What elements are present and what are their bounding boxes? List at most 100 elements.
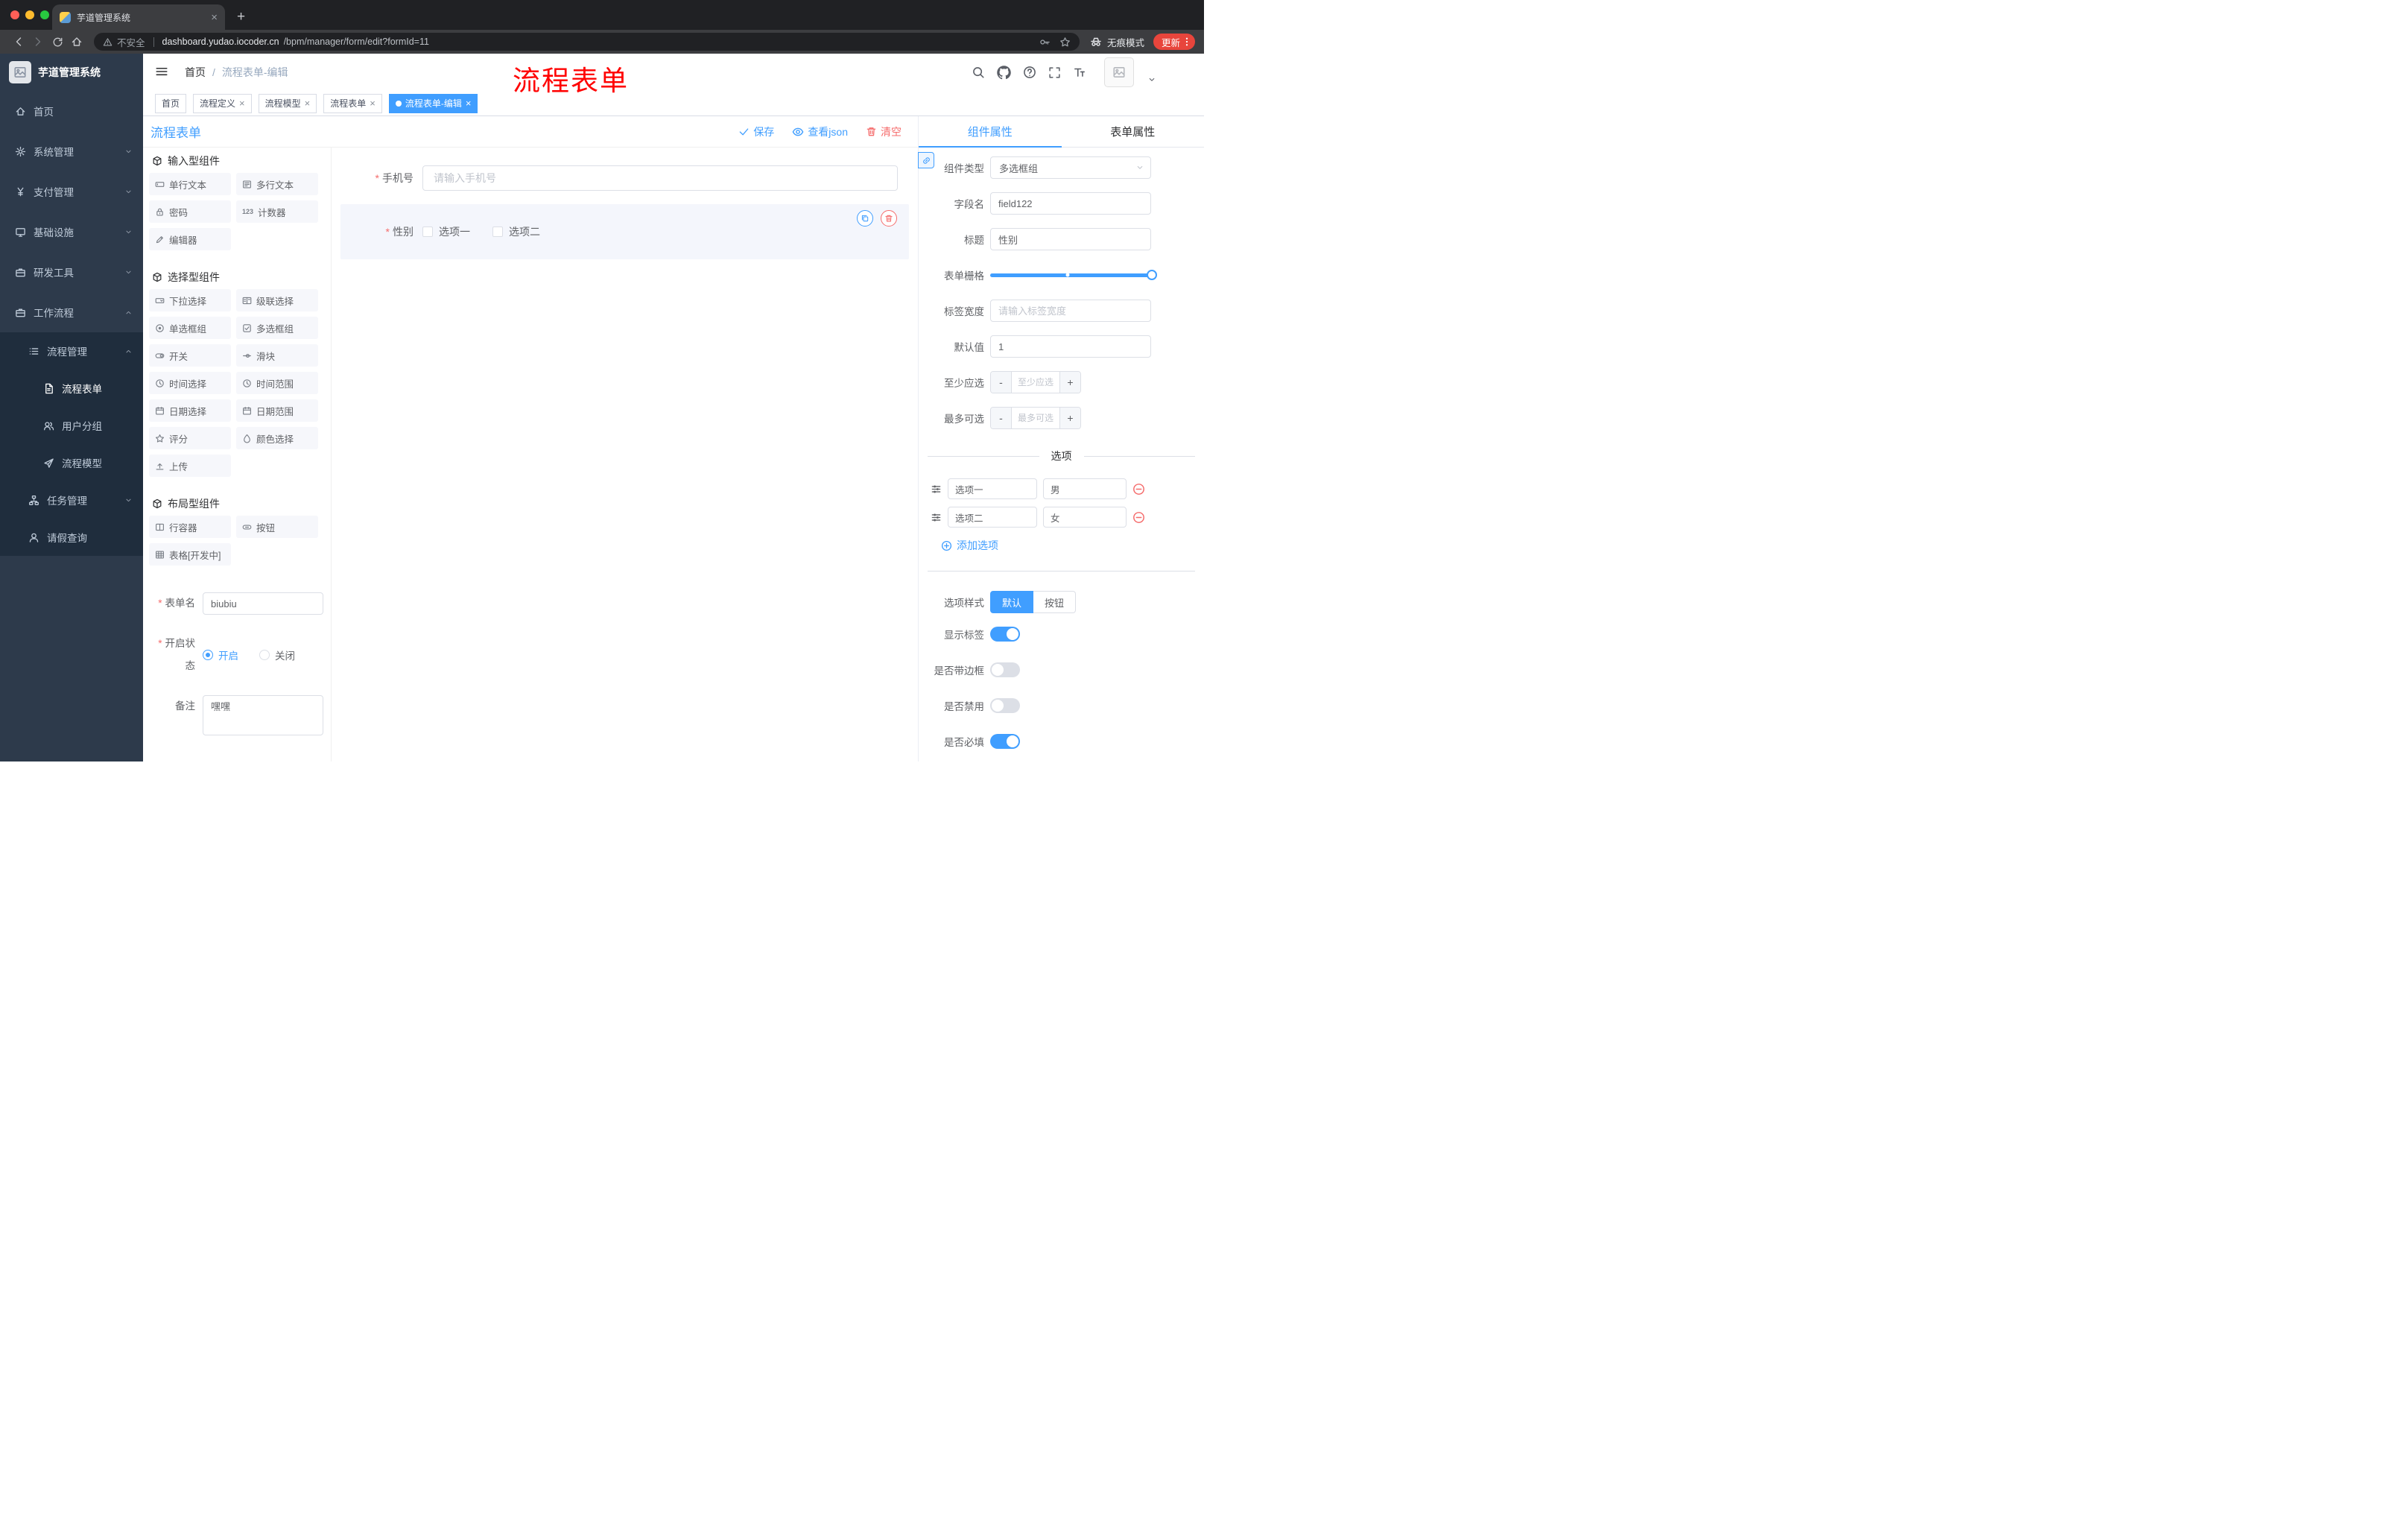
palette-item-checkbox-group[interactable]: 多选框组 (236, 317, 318, 339)
tab-component-props[interactable]: 组件属性 (919, 116, 1062, 148)
palette-item-select[interactable]: 下拉选择 (149, 289, 231, 311)
form-name-input[interactable] (203, 592, 323, 615)
increment-button[interactable]: + (1059, 408, 1080, 428)
copy-widget-button[interactable] (857, 210, 873, 227)
password-key-icon[interactable] (1039, 37, 1051, 48)
github-icon[interactable] (997, 66, 1011, 80)
font-size-icon[interactable] (1073, 66, 1086, 79)
tab-close-icon[interactable] (211, 12, 218, 23)
palette-item-date-range[interactable]: 日期范围 (236, 399, 318, 422)
required-switch[interactable] (990, 734, 1020, 749)
kebab-menu-icon[interactable] (1182, 37, 1192, 47)
browser-tab[interactable]: 芋道管理系统 (52, 4, 225, 30)
clear-button[interactable]: 清空 (866, 124, 902, 139)
breadcrumb-home[interactable]: 首页 (185, 65, 206, 80)
disabled-switch[interactable] (990, 698, 1020, 713)
slider-track[interactable] (990, 270, 1157, 280)
title-input[interactable] (990, 228, 1151, 250)
palette-item-rate[interactable]: 评分 (149, 427, 231, 449)
palette-item-time-range[interactable]: 时间范围 (236, 372, 318, 394)
drag-handle-icon[interactable] (931, 512, 942, 523)
bookmark-star-icon[interactable] (1059, 37, 1071, 48)
back-icon[interactable] (9, 33, 28, 51)
sidebar-item-user-group[interactable]: 用户分组 (0, 407, 143, 444)
close-window-button[interactable] (10, 10, 19, 19)
close-icon[interactable] (370, 98, 376, 108)
reload-icon[interactable] (48, 33, 67, 51)
sidebar-item-system[interactable]: 系统管理 (0, 131, 143, 171)
phone-input[interactable] (422, 165, 898, 191)
option-value-input[interactable] (1043, 478, 1127, 499)
palette-item-single-text[interactable]: 单行文本 (149, 173, 231, 195)
status-radio-off[interactable]: 关闭 (259, 647, 295, 662)
max-select-input[interactable] (1012, 408, 1059, 428)
tag-process-model[interactable]: 流程模型 (258, 93, 317, 113)
sidebar-item-workflow[interactable]: 工作流程 (0, 292, 143, 332)
increment-button[interactable]: + (1059, 372, 1080, 393)
palette-item-row-container[interactable]: 行容器 (149, 516, 231, 538)
grid-slider[interactable] (990, 264, 1157, 286)
palette-item-upload[interactable]: 上传 (149, 455, 231, 477)
palette-item-cascader[interactable]: 级联选择 (236, 289, 318, 311)
palette-item-color-picker[interactable]: 颜色选择 (236, 427, 318, 449)
sidebar-toggle-icon[interactable] (155, 65, 168, 80)
palette-item-switch[interactable]: 开关 (149, 344, 231, 367)
sidebar-item-task-mgmt[interactable]: 任务管理 (0, 481, 143, 519)
help-icon[interactable] (1023, 66, 1036, 79)
palette-item-time-picker[interactable]: 时间选择 (149, 372, 231, 394)
style-button-button[interactable]: 按钮 (1033, 591, 1077, 613)
search-icon[interactable] (972, 66, 985, 79)
close-icon[interactable] (466, 98, 472, 108)
component-type-select[interactable]: 多选框组 (990, 156, 1151, 179)
field-name-input[interactable] (990, 192, 1151, 215)
gender-option-1[interactable]: 选项一 (422, 224, 470, 239)
view-json-button[interactable]: 查看json (792, 124, 848, 139)
palette-item-date-picker[interactable]: 日期选择 (149, 399, 231, 422)
palette-item-editor[interactable]: 编辑器 (149, 228, 231, 250)
minimize-window-button[interactable] (25, 10, 34, 19)
slider-handle[interactable] (1147, 270, 1157, 280)
label-width-input[interactable] (990, 300, 1151, 322)
save-button[interactable]: 保存 (738, 124, 774, 139)
min-select-input[interactable] (1012, 372, 1059, 393)
tab-form-props[interactable]: 表单属性 (1062, 116, 1205, 147)
close-icon[interactable] (305, 98, 311, 108)
option-label-input[interactable] (948, 507, 1037, 528)
palette-item-button[interactable]: 按钮 (236, 516, 318, 538)
border-switch[interactable] (990, 662, 1020, 677)
tag-process-form[interactable]: 流程表单 (323, 93, 382, 113)
sidebar-item-process-mgmt[interactable]: 流程管理 (0, 332, 143, 370)
sidebar-item-infra[interactable]: 基础设施 (0, 212, 143, 252)
widget-gender[interactable]: 性别 选项一 选项二 (340, 204, 909, 259)
option-value-input[interactable] (1043, 507, 1127, 528)
gender-option-2[interactable]: 选项二 (492, 224, 540, 239)
status-radio-on[interactable]: 开启 (203, 647, 238, 662)
maximize-window-button[interactable] (40, 10, 49, 19)
forward-icon[interactable] (28, 33, 48, 51)
sidebar-item-payment[interactable]: 支付管理 (0, 171, 143, 212)
tag-process-form-edit[interactable]: 流程表单-编辑 (388, 93, 478, 113)
decrement-button[interactable]: - (991, 408, 1012, 428)
remove-option-button[interactable] (1132, 511, 1145, 524)
sidebar-item-devtools[interactable]: 研发工具 (0, 252, 143, 292)
add-option-button[interactable]: 添加选项 (941, 538, 1204, 553)
home-icon[interactable] (67, 33, 86, 51)
palette-item-table[interactable]: 表格[开发中] (149, 543, 231, 566)
palette-item-multi-text[interactable]: 多行文本 (236, 173, 318, 195)
palette-item-slider[interactable]: 滑块 (236, 344, 318, 367)
close-icon[interactable] (239, 98, 245, 108)
tag-process-definition[interactable]: 流程定义 (193, 93, 252, 113)
address-bar[interactable]: 不安全 dashboard.yudao.iocoder.cn /bpm/mana… (94, 33, 1080, 51)
browser-update-button[interactable]: 更新 (1153, 34, 1195, 50)
drag-handle-icon[interactable] (931, 484, 942, 495)
fullscreen-icon[interactable] (1048, 66, 1061, 79)
avatar[interactable] (1104, 57, 1134, 87)
sidebar-item-process-model[interactable]: 流程模型 (0, 444, 143, 481)
palette-item-radio-group[interactable]: 单选框组 (149, 317, 231, 339)
new-tab-button[interactable] (237, 10, 245, 24)
default-value-input[interactable] (990, 335, 1151, 358)
tag-home[interactable]: 首页 (155, 93, 187, 113)
palette-item-counter[interactable]: 123 计数器 (236, 200, 318, 223)
sidebar-item-process-form[interactable]: 流程表单 (0, 370, 143, 407)
sidebar-item-leave-query[interactable]: 请假查询 (0, 519, 143, 556)
